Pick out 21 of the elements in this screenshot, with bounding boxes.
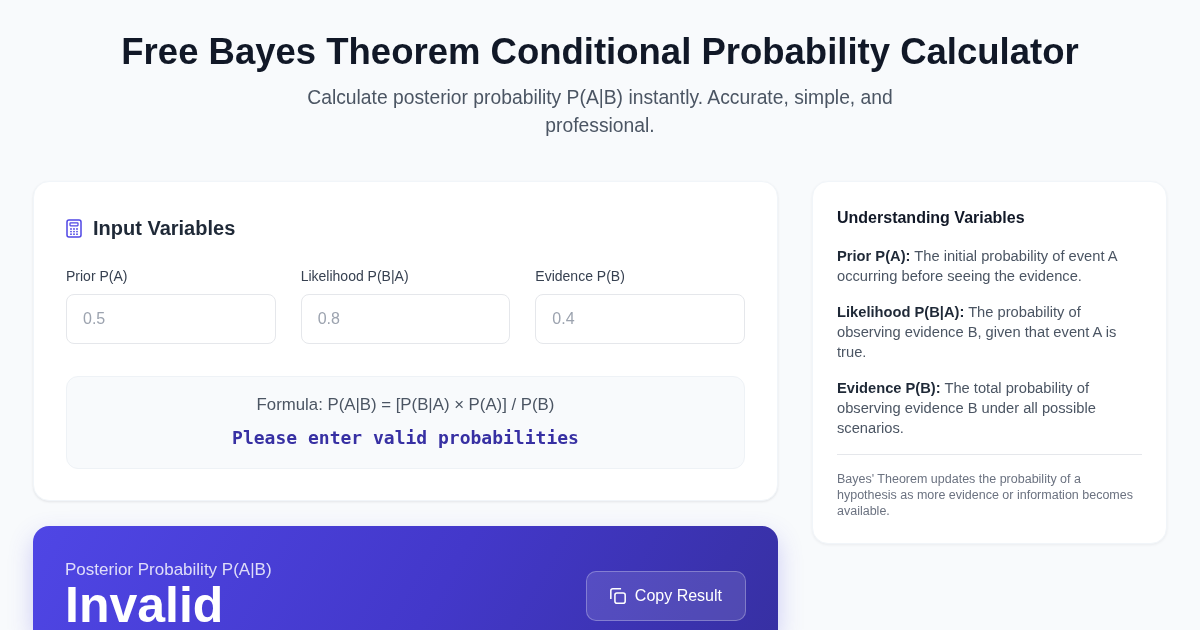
validation-message: Please enter valid probabilities xyxy=(232,426,579,450)
input-field[interactable]: 0.4 xyxy=(535,294,745,344)
sidebar-heading: Understanding Variables xyxy=(837,208,1026,228)
definition-text: Likelihood P(B|A): The probability of observing evidence B, given that event A is true. xyxy=(837,303,1118,362)
calculator-icon xyxy=(66,218,82,238)
formula-text: Formula: P(A|B) = [P(B|A) × P(A)] / P(B) xyxy=(256,394,555,416)
field-label: Likelihood P(B|A) xyxy=(300,267,409,286)
copy-result-button[interactable]: Copy Result xyxy=(585,571,746,621)
definition-text: Evidence P(B): The total probability of observing evidence B under all possible scenarios. xyxy=(837,379,1097,438)
copy-icon xyxy=(609,588,626,604)
input-field[interactable]: 0.5 xyxy=(66,294,276,344)
field-label: Prior P(A) xyxy=(66,267,128,286)
page-title: Free Bayes Theorem Conditional Probability Calculator xyxy=(120,30,1080,74)
page-subtitle: Calculate posterior probability P(A|B) instantly. Accurate, simple, and professional. xyxy=(306,86,894,138)
result-label: Posterior Probability P(A|B) xyxy=(65,559,272,581)
field-label: Evidence P(B) xyxy=(535,267,625,286)
definition-text: Prior P(A): The initial probability of event A occurring before seeing the evidence. xyxy=(837,247,1119,286)
result-value: Invalid xyxy=(65,582,224,628)
input-field[interactable]: 0.8 xyxy=(300,294,511,344)
footnote-text: Bayes' Theorem updates the probability of a hypothesis as more evidence or information becomes available. xyxy=(837,471,1134,519)
card-heading: Input Variables xyxy=(93,216,236,241)
